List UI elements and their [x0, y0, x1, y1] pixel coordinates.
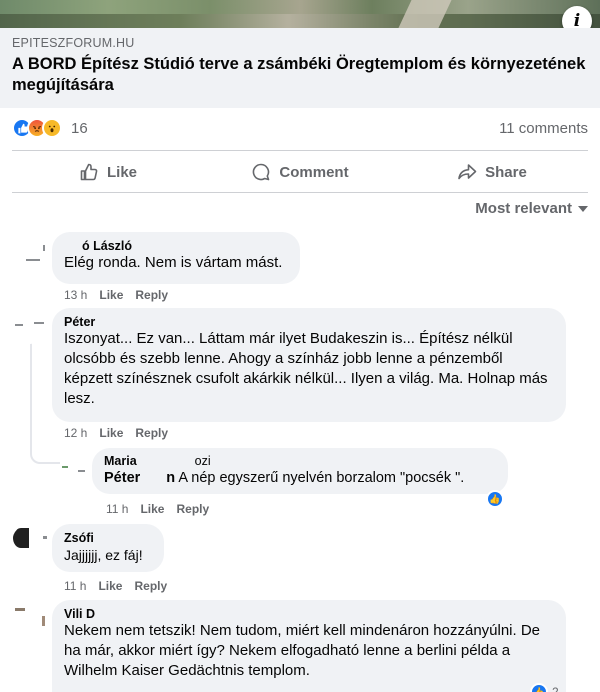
- comment-bubble: Péter Iszonyat... Ez van... Láttam már i…: [52, 308, 566, 422]
- comment-timestamp[interactable]: 12 h: [64, 426, 87, 440]
- comment-bubble: ó László Elég ronda. Nem is vártam mást.: [52, 232, 300, 284]
- comment-text: Iszonyat... Ez van... Láttam már ilyet B…: [64, 330, 548, 407]
- share-button[interactable]: Share: [396, 153, 588, 191]
- comment-sort-dropdown[interactable]: Most relevant: [475, 200, 588, 217]
- reactions-summary: 16 11 comments: [12, 114, 588, 142]
- reply-meta: 11 h Like Reply: [106, 502, 209, 516]
- comment-meta: 11 h Like Reply: [64, 579, 167, 593]
- thumbs-up-icon: [80, 163, 98, 181]
- comment-text: Jajjjjjj, ez fáj!: [64, 547, 143, 563]
- thread-line: [30, 340, 32, 430]
- comment-like-button[interactable]: Like: [99, 288, 123, 302]
- reply-like-button[interactable]: Like: [140, 502, 164, 516]
- like-button[interactable]: Like: [12, 153, 204, 191]
- avatar[interactable]: [12, 236, 48, 272]
- reply-bubble: Maria ozi Péter n A nép egyszerű nyelvén b…: [92, 448, 508, 494]
- comment-meta: 13 h Like Reply: [64, 288, 168, 302]
- comment-timestamp[interactable]: 11 h: [64, 579, 86, 593]
- link-preview[interactable]: EPITESZFORUM.HU A BORD Építész Stúdió te…: [0, 28, 600, 108]
- comment-timestamp[interactable]: 13 h: [64, 288, 87, 302]
- wow-icon: [42, 118, 62, 138]
- comment-reply-button[interactable]: Reply: [135, 426, 168, 440]
- image-landscape: [0, 14, 600, 28]
- comment-author[interactable]: Péter: [64, 315, 554, 329]
- comment-bubble: Vili D Nekem nem tetszik! Nem tudom, mié…: [52, 600, 566, 692]
- comment-bubble: Zsófi Jajjjjjj, ez fáj!: [52, 524, 164, 572]
- avatar[interactable]: [12, 600, 48, 636]
- link-domain: EPITESZFORUM.HU: [12, 36, 135, 50]
- comment-author[interactable]: ó László: [64, 239, 288, 253]
- avatar[interactable]: [12, 308, 48, 344]
- avatar[interactable]: [60, 452, 88, 480]
- share-button-label: Share: [485, 163, 527, 181]
- post-actions: Like Comment Share: [12, 153, 588, 191]
- reply-author[interactable]: Maria ozi: [104, 454, 496, 468]
- comment-author[interactable]: Vili D: [64, 607, 554, 621]
- comment-button[interactable]: Comment: [204, 153, 396, 191]
- comment-reply-button[interactable]: Reply: [134, 579, 167, 593]
- reaction-count[interactable]: 16: [71, 120, 88, 137]
- comments-count-link[interactable]: 11 comments: [499, 120, 588, 137]
- comment-author[interactable]: Zsófi: [64, 531, 152, 545]
- comment-text: Elég ronda. Nem is vártam mást.: [64, 254, 283, 271]
- divider: [12, 192, 588, 193]
- reply-text: Péter n A nép egyszerű nyelvén borzalom "…: [104, 470, 465, 486]
- chevron-down-icon: [578, 205, 588, 212]
- avatar[interactable]: [12, 524, 48, 560]
- mention-tag[interactable]: Péter n: [104, 470, 175, 486]
- sort-label: Most relevant: [475, 200, 572, 217]
- link-preview-image[interactable]: [0, 0, 600, 28]
- reaction-icons[interactable]: [12, 118, 62, 138]
- comment-like-button[interactable]: Like: [99, 426, 123, 440]
- like-button-label: Like: [106, 163, 137, 181]
- comment-like-button[interactable]: Like: [98, 579, 122, 593]
- reply-reply-button[interactable]: Reply: [176, 502, 209, 516]
- divider: [12, 150, 588, 151]
- comment-icon: [253, 163, 270, 181]
- comment-button-label: Comment: [279, 163, 349, 181]
- like-icon[interactable]: 👍: [486, 490, 504, 508]
- thread-line: [30, 430, 60, 464]
- comment-text: Nekem nem tetszik! Nem tudom, miért kell…: [64, 622, 541, 679]
- link-title[interactable]: A BORD Építész Stúdió terve a zsámbéki Ö…: [12, 54, 588, 96]
- comment-reaction-count[interactable]: 2: [552, 685, 559, 692]
- comment-meta: 12 h Like Reply: [64, 426, 168, 440]
- share-icon: [458, 164, 477, 180]
- reply-timestamp[interactable]: 11 h: [106, 502, 128, 516]
- comment-reply-button[interactable]: Reply: [135, 288, 168, 302]
